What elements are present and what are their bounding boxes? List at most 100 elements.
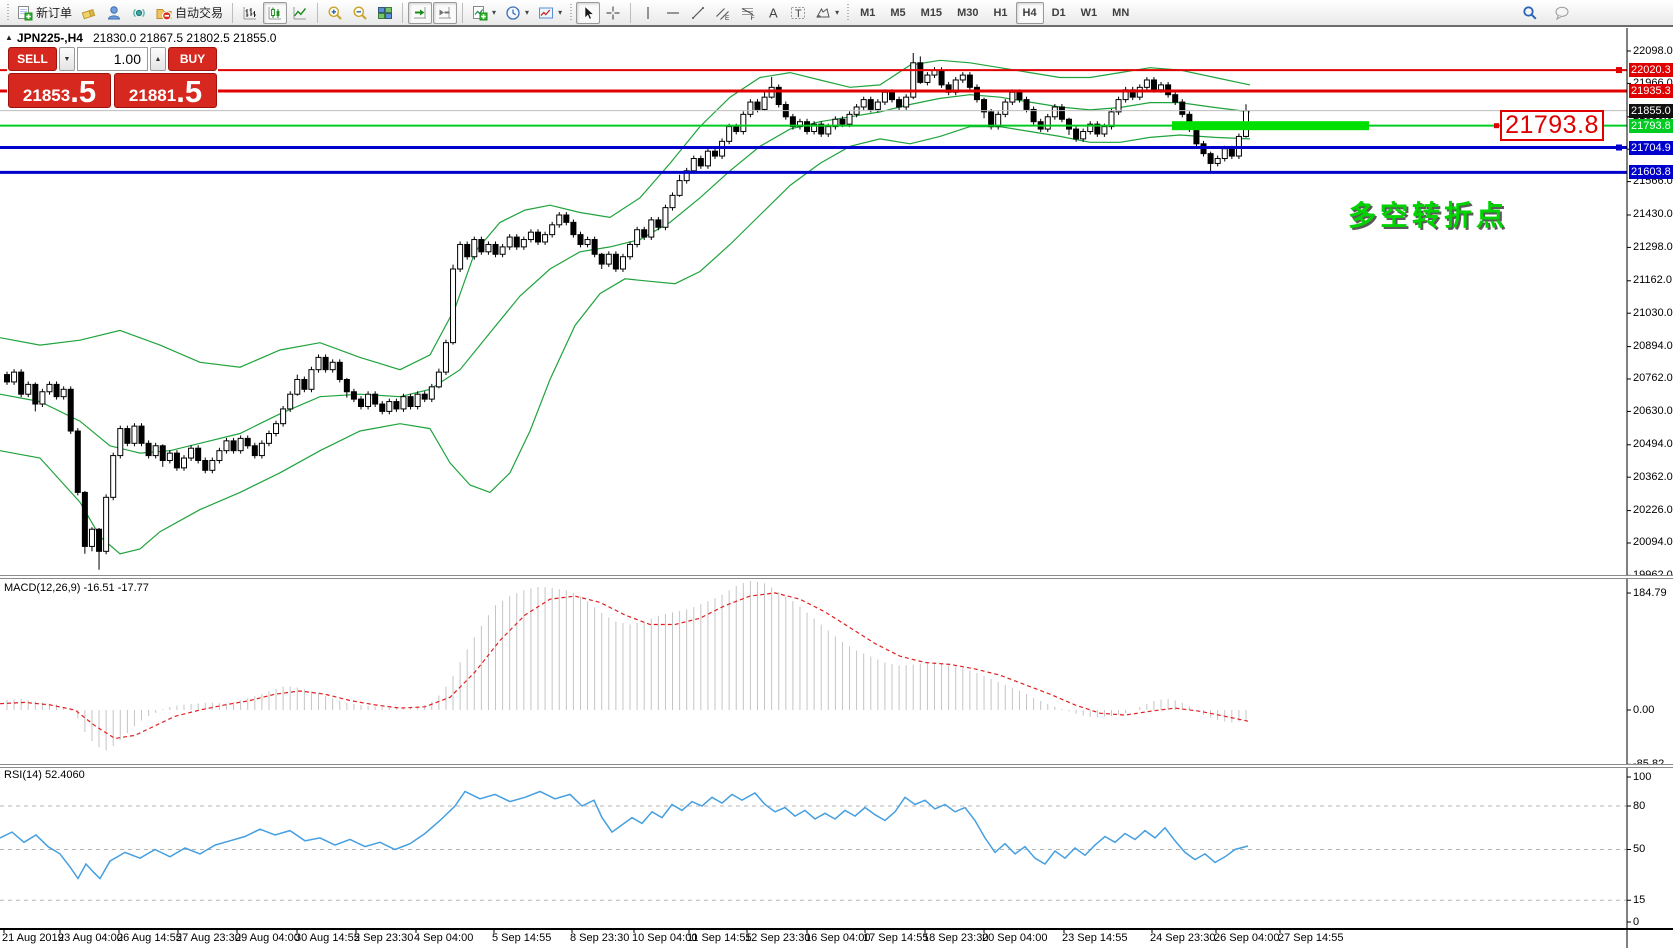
eraser-button[interactable] <box>77 2 101 24</box>
chart-line-button[interactable] <box>288 2 312 24</box>
buy-button[interactable]: BUY <box>168 47 217 71</box>
rsi-tick-label: 80 <box>1633 800 1645 813</box>
chart-candles-button[interactable] <box>263 2 287 24</box>
price-annotation-box[interactable]: 21793.8 <box>1500 110 1604 141</box>
candle-body <box>592 240 597 255</box>
profile-button[interactable] <box>102 2 126 24</box>
candle-body <box>493 244 498 254</box>
candle-body <box>167 453 172 460</box>
news-button[interactable] <box>127 2 151 24</box>
one-click-trading-panel: SELL ▼ ▲ BUY 21853.5 21881.5 <box>7 46 218 109</box>
collapse-icon[interactable]: ▲ <box>5 33 13 42</box>
fibonacci-button[interactable]: F <box>736 2 760 24</box>
price-badge-21935.3: 21935.3 <box>1629 84 1673 98</box>
timeframe-MN-button[interactable]: MN <box>1105 2 1136 24</box>
trendline-icon <box>690 5 706 21</box>
candle-body <box>330 362 335 369</box>
timeframe-M5-button[interactable]: M5 <box>883 2 912 24</box>
candle-body <box>89 529 94 546</box>
timeframe-M1-button[interactable]: M1 <box>853 2 882 24</box>
candle-body <box>316 357 321 369</box>
timeframe-M30-button[interactable]: M30 <box>950 2 985 24</box>
volume-down-button[interactable]: ▼ <box>59 47 75 71</box>
candle-body <box>882 92 887 102</box>
line-handle[interactable] <box>1616 145 1622 151</box>
timeframe-H1-button[interactable]: H1 <box>986 2 1014 24</box>
chat-button[interactable] <box>1550 2 1574 24</box>
candle-body <box>174 453 179 468</box>
macd-signal-line <box>0 593 1248 739</box>
volume-up-button[interactable]: ▲ <box>150 47 166 71</box>
candle-body <box>741 114 746 131</box>
shapes-icon <box>815 5 831 21</box>
price-tick-label: 20894.0 <box>1633 340 1673 353</box>
tile-windows-button[interactable] <box>373 2 397 24</box>
vline-button[interactable] <box>636 2 660 24</box>
candle-body <box>245 438 250 445</box>
candle-body <box>982 100 987 112</box>
price-badge-21855.0: 21855.0 <box>1629 104 1673 118</box>
shapes-button[interactable]: ▾ <box>811 2 843 24</box>
new-order-button[interactable]: 新订单 <box>13 2 76 24</box>
candle-body <box>61 389 66 396</box>
timeframe-H4-button[interactable]: H4 <box>1016 2 1044 24</box>
candle-body <box>302 379 307 389</box>
sell-price-display[interactable]: 21853.5 <box>8 73 111 108</box>
candle-body <box>713 151 718 156</box>
time-axis-label: 23 Aug 04:00 <box>58 932 123 944</box>
candle-body <box>54 384 59 396</box>
hline-button[interactable] <box>661 2 685 24</box>
line-handle[interactable] <box>1616 67 1622 73</box>
candle-body <box>557 215 562 225</box>
timeframe-M15-button[interactable]: M15 <box>914 2 949 24</box>
autotrading-button[interactable]: 自动交易 <box>152 2 227 24</box>
zoom-in-button[interactable] <box>323 2 347 24</box>
time-axis-label: 4 Sep 04:00 <box>414 932 473 944</box>
sell-button[interactable]: SELL <box>8 47 57 71</box>
time-axis-label: 21 Aug 2019 <box>2 932 64 944</box>
auto-scroll-button[interactable] <box>408 2 432 24</box>
candle-body <box>309 370 314 390</box>
equidistant-channel-button[interactable]: E <box>711 2 735 24</box>
candle-body <box>1081 132 1086 139</box>
price-tick-label: 21298.0 <box>1633 241 1673 254</box>
chart-title: ▲JPN225-,H421830.0 21867.5 21802.5 21855… <box>5 31 276 45</box>
text-label-button[interactable]: T <box>786 2 810 24</box>
candle-body <box>274 424 279 434</box>
time-axis-label: 27 Sep 14:55 <box>1278 932 1343 944</box>
candle-body <box>521 240 526 247</box>
chart-bars-button[interactable] <box>238 2 262 24</box>
highlight-bar[interactable] <box>1172 121 1369 130</box>
search-icon <box>1522 5 1538 21</box>
text-button[interactable]: A <box>761 2 785 24</box>
templates-icon <box>538 5 554 21</box>
candle-body <box>196 448 201 460</box>
candle-body <box>351 392 356 399</box>
cursor-button[interactable] <box>576 2 600 24</box>
templates-button[interactable]: ▾ <box>534 2 566 24</box>
zoom-in-icon <box>327 5 343 21</box>
candle-body <box>359 399 364 406</box>
rsi-pane-divider[interactable] <box>0 764 1673 768</box>
zoom-out-button[interactable] <box>348 2 372 24</box>
candle-body <box>691 159 696 171</box>
macd-tick-label: 0.00 <box>1633 704 1654 717</box>
buy-price-display[interactable]: 21881.5 <box>114 73 217 108</box>
volume-input[interactable] <box>77 47 148 71</box>
time-axis-label: 16 Sep 04:00 <box>805 932 870 944</box>
candle-body <box>974 87 979 99</box>
crosshair-button[interactable] <box>601 2 625 24</box>
auto-scroll-icon <box>412 5 428 21</box>
periods-icon <box>505 5 521 21</box>
fibonacci-icon: F <box>740 5 756 21</box>
timeframe-W1-button[interactable]: W1 <box>1074 2 1105 24</box>
chart-shift-button[interactable] <box>433 2 457 24</box>
indicators-button[interactable]: ▾ <box>468 2 500 24</box>
trendline-button[interactable] <box>686 2 710 24</box>
price-badge-21793.8: 21793.8 <box>1629 119 1673 133</box>
chart-canvas[interactable] <box>0 0 1673 948</box>
timeframe-D1-button[interactable]: D1 <box>1045 2 1073 24</box>
search-button[interactable] <box>1518 2 1542 24</box>
macd-pane-divider[interactable] <box>0 575 1673 579</box>
periods-button[interactable]: ▾ <box>501 2 533 24</box>
